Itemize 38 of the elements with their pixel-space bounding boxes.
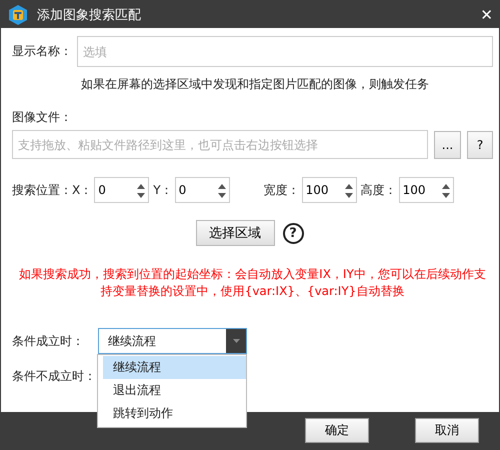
field-label: 条件成立时： xyxy=(12,332,85,350)
field-label: 显示名称： xyxy=(12,43,73,60)
up-arrow-icon[interactable] xyxy=(442,184,450,189)
dropdown-option[interactable]: 跳转到动作 xyxy=(103,402,246,425)
up-arrow-icon[interactable] xyxy=(344,184,353,189)
select-area-button[interactable]: 选择区域 xyxy=(196,220,274,246)
field-label: Y： xyxy=(153,182,173,198)
down-arrow-icon[interactable] xyxy=(442,193,450,198)
dropdown-option[interactable]: 退出流程 xyxy=(103,379,246,402)
file-path-field[interactable]: 支持拖放、粘贴文件路径到这里，也可点击右边按钮选择 xyxy=(12,130,428,159)
down-arrow-icon[interactable] xyxy=(344,193,353,198)
warning-text: 如果搜索成功，搜索到位置的起始坐标：会自动放入变量IX，IY中，您可以在后续动作支持变量替换的设置中，使用{var:IX}、{var:IY}自动替换 xyxy=(18,266,487,300)
down-arrow-icon[interactable] xyxy=(137,193,146,198)
up-arrow-icon[interactable] xyxy=(218,184,226,189)
ok-button[interactable]: 确定 xyxy=(305,418,369,443)
field-label: 条件不成立时： xyxy=(12,368,96,385)
close-button[interactable]: ✕ xyxy=(480,6,493,24)
field-label: 高度： xyxy=(360,182,397,198)
help-button[interactable]: ? xyxy=(467,130,493,158)
number-field[interactable]: 0 xyxy=(94,177,150,203)
window-title: 添加图象搜索匹配 xyxy=(37,6,142,24)
field-label: X： xyxy=(72,182,92,198)
cancel-button[interactable]: 取消 xyxy=(415,418,479,443)
field-label: 宽度： xyxy=(264,182,300,198)
app-logo-icon xyxy=(7,4,29,26)
field-label: 搜索位置： xyxy=(12,182,72,198)
down-arrow-icon[interactable] xyxy=(218,193,226,198)
hint-text: 如果在屏幕的选择区域中发现和指定图片匹配的图像，则触发任务 xyxy=(81,76,430,93)
number-field[interactable]: 0 xyxy=(174,177,230,203)
help-icon[interactable]: ? xyxy=(282,222,304,244)
up-arrow-icon[interactable] xyxy=(137,184,146,189)
caret-icon xyxy=(232,339,240,343)
dropdown-option[interactable]: 继续流程 xyxy=(103,356,246,379)
number-field[interactable]: 100 xyxy=(302,177,357,203)
browse-button[interactable]: ... xyxy=(434,130,461,158)
field-label: 图像文件： xyxy=(12,109,73,126)
number-field[interactable]: 100 xyxy=(398,177,454,203)
name-field[interactable]: 选填 xyxy=(77,36,493,67)
